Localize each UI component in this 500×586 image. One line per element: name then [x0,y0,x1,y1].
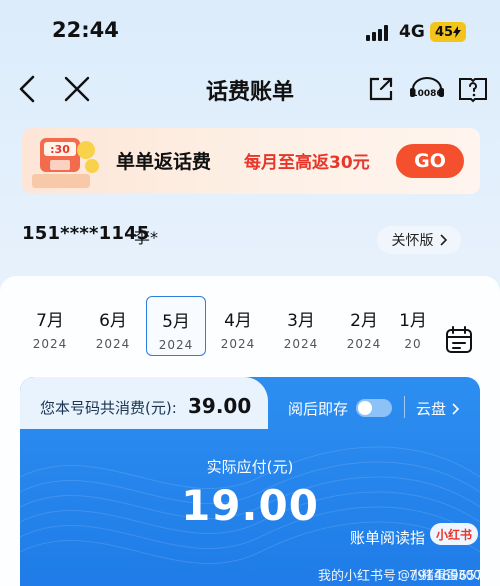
toggle-knob [358,401,372,415]
battery-icon: 45 [430,22,466,42]
consumption-value: 39.00 [188,394,252,418]
month-selector: 7月 2024 6月 2024 5月 2024 4月 2024 3月 2024 … [0,296,500,358]
status-bar: 22:44 4G 45 [0,0,500,64]
promo-badge-text: :30 [50,143,70,156]
month-year: 2024 [346,337,382,351]
payable-amount: 19.00 [181,481,319,530]
network-type: 4G [399,22,425,42]
month-label: 5月 [162,312,190,332]
payable-label: 实际应付(元) [206,458,294,476]
promo-banner[interactable]: :30 单单返话费 每月至高返30元 GO [22,128,480,194]
month-label: 7月 [36,311,64,331]
month-year: 2024 [95,337,131,351]
phone-number: 151****1145 [22,223,150,244]
share-button[interactable] [362,70,400,108]
reading-guide-link[interactable]: 账单阅读指 [350,527,425,548]
help-book-icon [459,78,487,103]
month-label: 4月 [224,311,252,331]
month-year: 2024 [32,337,68,351]
month-tab-jun[interactable]: 6月 2024 [83,296,143,356]
consumption-label: 您本号码共消费(元): [40,399,177,417]
nav-bar: 话费账单 10086 [0,66,500,112]
chevron-right-icon [452,402,460,415]
month-tab-jan[interactable]: 1月 20 [396,296,430,356]
promo-go-button[interactable]: GO [396,144,464,178]
bill-card: 7月 2024 6月 2024 5月 2024 4月 2024 3月 2024 … [0,276,500,586]
care-mode-label: 关怀版 [391,233,434,249]
month-label: 6月 [99,311,127,331]
charging-icon [453,26,462,38]
month-year: 20 [404,337,422,351]
promo-gift-image: :30 [32,138,99,188]
watermark-corner: @小猪蛋蛋300 [398,568,481,582]
account-row: 151****1145 李* 关怀版 [0,220,500,260]
calendar-icon [446,326,472,353]
month-year: 2024 [220,337,256,351]
calendar-button[interactable] [444,325,474,355]
promo-subtitle: 每月至高返30元 [244,153,370,173]
read-delete-toggle[interactable] [356,399,392,417]
care-mode-button[interactable]: 关怀版 [377,226,461,254]
chevron-right-icon [439,234,447,246]
customer-service-button[interactable]: 10086 [406,70,448,108]
share-icon [369,77,393,101]
month-tab-may[interactable]: 5月 2024 [146,296,206,356]
xiaohongshu-badge: 小红书 [430,523,478,545]
divider [404,396,405,418]
month-tab-feb[interactable]: 2月 2024 [334,296,394,356]
help-button[interactable] [454,70,492,108]
month-label: 1月 [399,311,427,331]
promo-title: 单单返话费 [116,151,212,173]
month-tab-apr[interactable]: 4月 2024 [208,296,268,356]
user-name: 李* [134,228,159,247]
month-label: 2月 [350,311,378,331]
signal-icon [366,25,388,41]
cloud-disk-link[interactable]: 云盘 [416,398,460,419]
month-label: 3月 [287,311,315,331]
month-year: 2024 [283,337,319,351]
month-year: 2024 [158,338,194,352]
service-number: 10086 [411,89,442,99]
month-tab-mar[interactable]: 3月 2024 [271,296,331,356]
month-tab-jul[interactable]: 7月 2024 [20,296,80,356]
battery-level: 45 [434,24,454,40]
headset-icon: 10086 [410,77,444,99]
cloud-disk-label: 云盘 [416,400,447,418]
bill-summary-panel: 您本号码共消费(元): 39.00 阅后即存 云盘 实际应付(元) 19.00 … [20,377,480,586]
consumption-tab: 您本号码共消费(元): 39.00 [20,377,268,429]
read-delete-label: 阅后即存 [288,400,349,418]
status-time: 22:44 [52,18,119,42]
